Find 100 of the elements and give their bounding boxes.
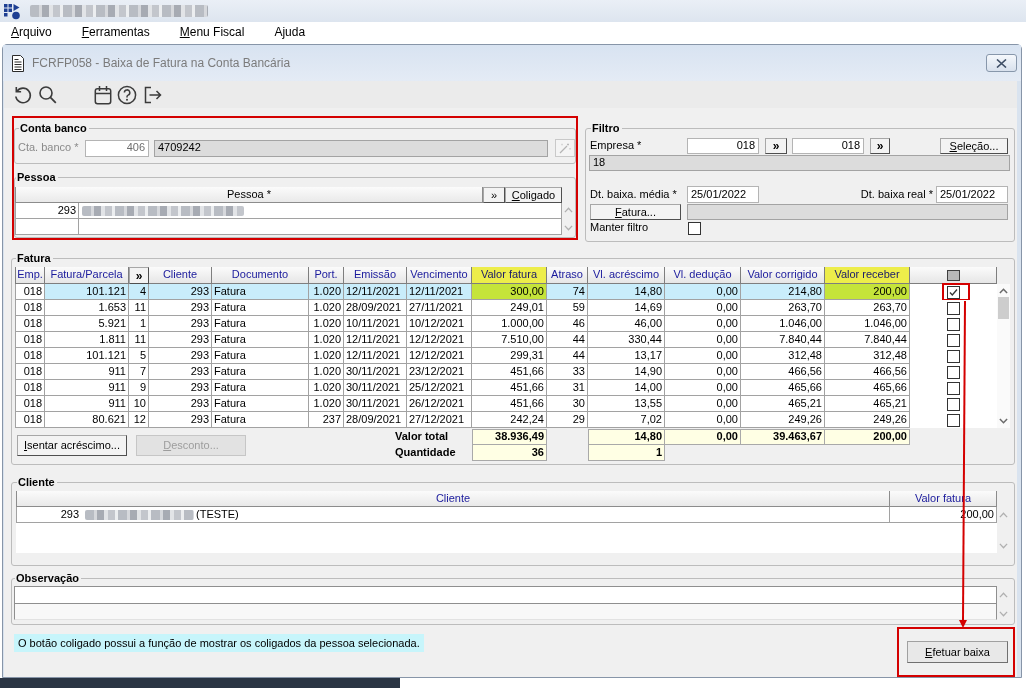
table-row[interactable]: 018 911 7 293 Fatura 1.020 30/11/2021 23/12/2021 451,66 33 14,90 0,00 466,56 466,56 [15, 364, 997, 380]
table-row[interactable]: 018 911 10 293 Fatura 1.020 30/11/2021 26/12/2021 451,66 30 13,55 0,00 465,21 465,21 [15, 396, 997, 412]
column-header[interactable]: Port. [309, 267, 344, 284]
table-cell: 0,00 [665, 412, 741, 428]
refresh-icon[interactable] [13, 84, 33, 105]
observation-field[interactable] [14, 586, 997, 620]
field-label: Manter filtro [590, 221, 650, 235]
column-header[interactable]: Documento [212, 267, 309, 284]
table-row[interactable]: 018 1.653 11 293 Fatura 1.020 28/09/2021 27/11/2021 249,01 59 14,69 0,00 263,70 263,70 [15, 300, 997, 316]
client-name-text: (TESTE) [196, 507, 239, 522]
close-button[interactable] [986, 54, 1017, 72]
checkbox[interactable] [947, 397, 960, 411]
table-cell: 018 [15, 284, 45, 300]
checkbox-icon[interactable] [946, 269, 960, 281]
menu-item[interactable]: Ajuda [274, 25, 306, 40]
checkbox[interactable] [947, 285, 960, 299]
column-header[interactable]: Vl. dedução [665, 267, 741, 284]
checkbox[interactable] [947, 365, 960, 379]
affiliates-button[interactable]: Coligado [505, 187, 562, 203]
column-header[interactable]: Valor corrigido [741, 267, 825, 284]
app-logo-icon [3, 2, 21, 20]
table-cell: 237 [309, 412, 344, 428]
total-cell: 1 [588, 445, 665, 461]
table-cell: 300,00 [472, 284, 547, 300]
menu-item[interactable]: Arquivo [11, 25, 52, 40]
checkbox[interactable] [947, 413, 960, 427]
table-row[interactable]: 018 1.811 11 293 Fatura 1.020 12/11/2021 12/12/2021 7.510,00 44 330,44 0,00 7.840,44 7.840,44 [15, 332, 997, 348]
scroll-up-icon[interactable] [999, 288, 1008, 294]
table-cell: 018 [15, 348, 45, 364]
table-row[interactable]: 018 80.621 12 293 Fatura 237 28/09/2021 27/12/2021 242,24 29 7,02 0,00 249,26 249,26 [15, 412, 997, 428]
table-cell: 12 [129, 412, 149, 428]
checkbox[interactable] [947, 317, 960, 331]
column-header[interactable] [910, 267, 997, 284]
group-title: Observação [15, 572, 80, 585]
scroll-down-icon[interactable] [999, 418, 1008, 424]
total-label: Valor total [394, 429, 450, 445]
scrollbar-thumb[interactable] [998, 297, 1009, 319]
lookup-button[interactable]: » [870, 138, 890, 154]
submit-button[interactable]: Efetuar baixa [907, 641, 1008, 663]
date-field[interactable]: 25/01/2022 [936, 186, 1008, 203]
exempt-button[interactable]: Isentar acréscimo... [17, 434, 127, 456]
table-cell: 80.621 [45, 412, 129, 428]
column-header[interactable]: Pessoa * [15, 187, 483, 203]
column-header[interactable]: Valor receber [825, 267, 910, 284]
input-field[interactable] [687, 204, 1008, 220]
toggle-button[interactable]: » [129, 267, 149, 284]
table-cell: 018 [15, 380, 45, 396]
total-label: Quantidade [394, 445, 457, 461]
column-header[interactable]: Atraso [547, 267, 588, 284]
column-header[interactable]: Vencimento [407, 267, 472, 284]
table-row[interactable]: 018 5.921 1 293 Fatura 1.020 10/11/2021 10/12/2021 1.000,00 46 46,00 0,00 1.046,00 1.046,00 [15, 316, 997, 332]
menu-item[interactable]: Menu Fiscal [179, 25, 245, 40]
search-icon[interactable] [38, 85, 57, 104]
column-header[interactable]: Cliente [16, 491, 890, 507]
expand-button[interactable]: » [483, 187, 505, 203]
table-row[interactable]: 018 911 9 293 Fatura 1.020 30/11/2021 25/12/2021 451,66 31 14,00 0,00 465,66 465,66 [15, 380, 997, 396]
lookup-button[interactable]: » [765, 138, 787, 154]
checkbox[interactable] [688, 221, 701, 235]
column-header[interactable]: Emissão [344, 267, 407, 284]
input-field[interactable]: 018 [792, 138, 864, 154]
column-header[interactable]: Valor fatura [472, 267, 547, 284]
selection-button[interactable]: Seleção... [940, 138, 1008, 154]
table-cell: 018 [15, 300, 45, 316]
help-icon[interactable] [117, 84, 137, 105]
date-field[interactable]: 25/01/2022 [687, 186, 759, 203]
column-header[interactable]: Emp. [15, 267, 45, 284]
wand-icon [559, 142, 571, 154]
checkbox[interactable] [947, 381, 960, 395]
table-cell: 249,26 [741, 412, 825, 428]
checkbox[interactable] [947, 333, 960, 347]
table-cell: 018 [15, 364, 45, 380]
total-cell: 0,00 [665, 429, 741, 445]
menu-item[interactable]: Ferramentas [81, 25, 150, 40]
checkbox[interactable] [947, 349, 960, 363]
exit-icon[interactable] [142, 84, 162, 105]
calendar-icon[interactable] [94, 84, 112, 105]
group-title: Conta banco [19, 122, 88, 135]
input-field[interactable]: 18 [589, 155, 1010, 171]
column-header[interactable]: Vl. acréscimo [588, 267, 665, 284]
total-cell: 39.463,67 [741, 429, 825, 445]
table-row[interactable]: 018 101.121 4 293 Fatura 1.020 12/11/2021 12/11/2021 300,00 74 14,80 0,00 214,80 200,00 [15, 284, 997, 300]
table-cell: 018 [15, 316, 45, 332]
table-cell: 018 [15, 332, 45, 348]
table-cell: 200,00 [825, 284, 910, 300]
total-cell: 36 [472, 445, 547, 461]
total-cell: 14,80 [588, 429, 665, 445]
table-cell: 7,02 [588, 412, 665, 428]
table-cell [15, 219, 79, 235]
checkbox[interactable] [947, 301, 960, 315]
table-row[interactable]: 018 101.121 5 293 Fatura 1.020 12/11/2021 12/12/2021 299,31 44 13,17 0,00 312,48 312,48 [15, 348, 997, 364]
group-title: Cliente [17, 476, 56, 489]
input-field[interactable]: 018 [687, 138, 759, 154]
table-cell-text: 293 [59, 507, 79, 522]
field-label: Empresa * [590, 139, 643, 153]
field-label: Dt. baixa. média * [590, 187, 678, 202]
invoice-button[interactable]: Fatura... [590, 204, 681, 220]
document-icon [11, 54, 25, 72]
close-icon [996, 58, 1007, 68]
column-header[interactable]: Fatura/Parcela [45, 267, 129, 284]
column-header[interactable]: Cliente [149, 267, 212, 284]
